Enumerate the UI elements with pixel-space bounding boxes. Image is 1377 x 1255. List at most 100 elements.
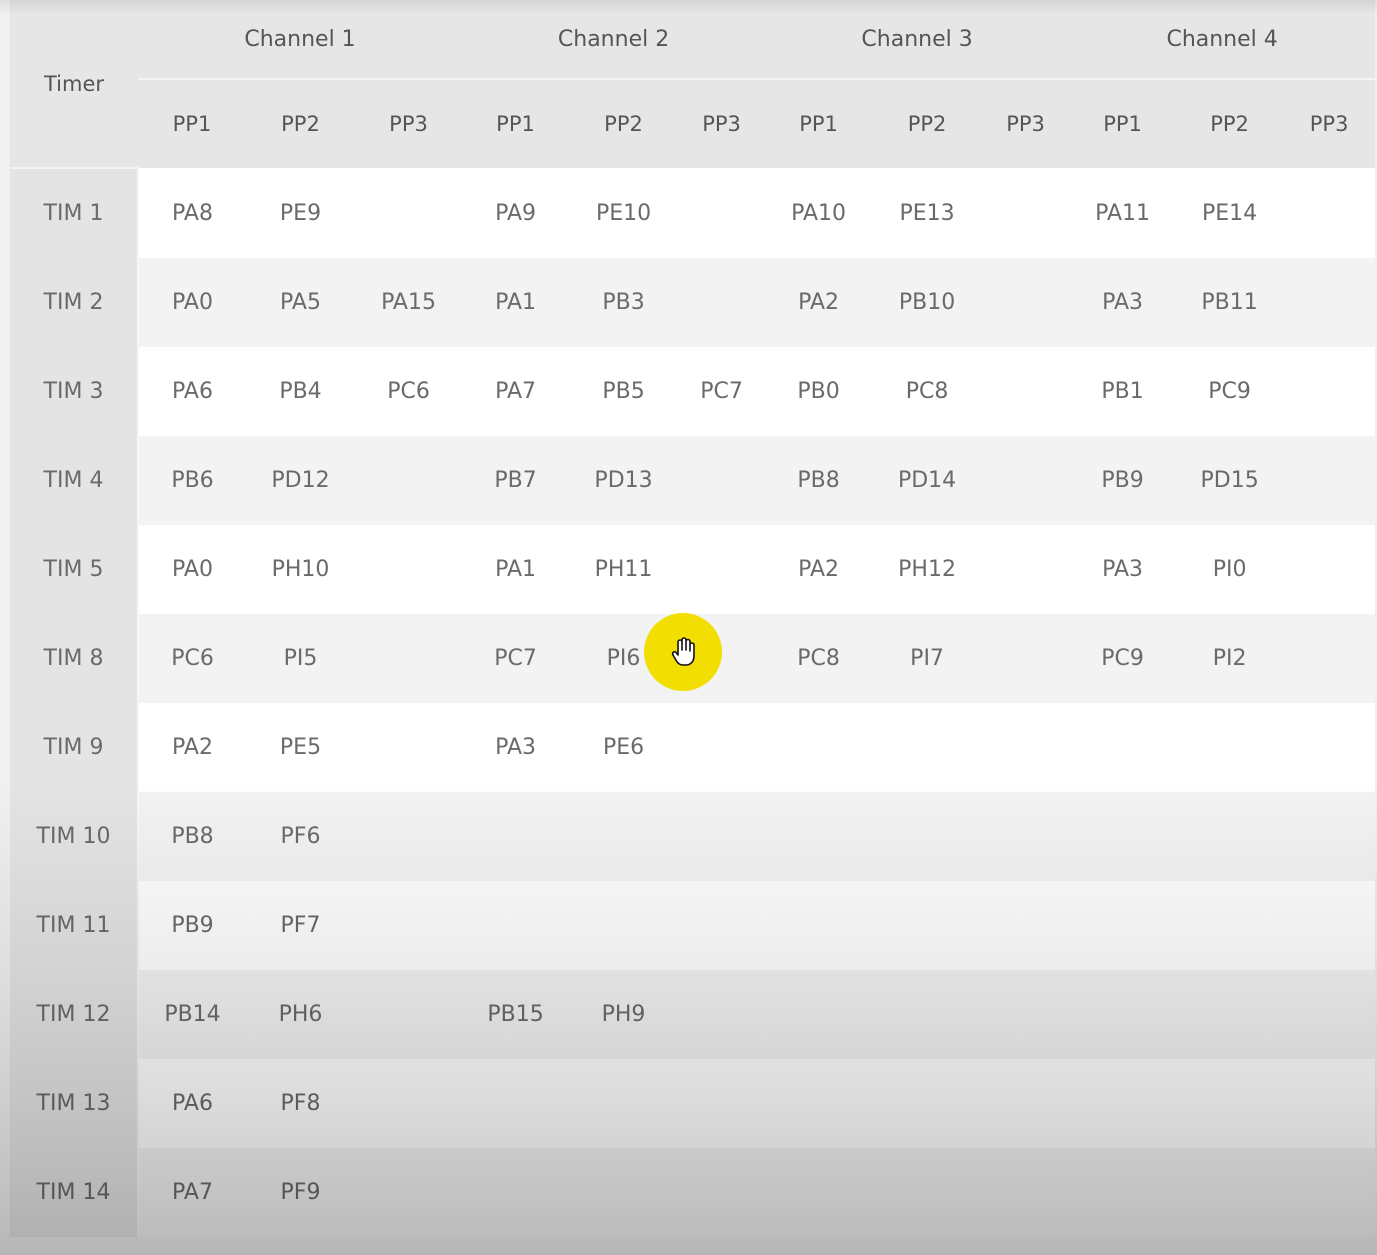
pin-cell: PA10 (765, 168, 873, 258)
pin-cell (1283, 1059, 1376, 1148)
pin-cell (355, 614, 463, 703)
pin-cell (1176, 792, 1284, 881)
pin-cell (765, 970, 873, 1059)
pin-cell: PA5 (246, 258, 355, 347)
pin-cell: PI2 (1176, 614, 1284, 703)
pin-cell (678, 881, 766, 970)
cursor-highlight (644, 613, 722, 691)
timer-label: TIM 4 (10, 436, 139, 525)
pin-cell (678, 436, 766, 525)
pin-cell: PB9 (1069, 436, 1177, 525)
table-header: Timer Channel 1 Channel 2 Channel 3 Chan… (10, 0, 1376, 169)
pin-cell (1283, 168, 1376, 258)
pin-cell: PB8 (765, 436, 873, 525)
pin-cell (982, 614, 1070, 703)
pin-cell: PB3 (569, 258, 679, 347)
ch2-pp2-header: PP2 (569, 79, 679, 168)
pin-cell (982, 1059, 1070, 1148)
pin-cell (765, 881, 873, 970)
pin-cell: PD12 (246, 436, 355, 525)
pin-cell: PB4 (246, 347, 355, 436)
pin-cell: PC9 (1069, 614, 1177, 703)
pin-cell (678, 792, 766, 881)
pin-cell (355, 1148, 463, 1237)
pin-cell: PF9 (246, 1148, 355, 1237)
pin-cell: PA3 (462, 703, 570, 792)
table-row: TIM 1 PA8 PE9 PA9 PE10 PA10 PE13 PA11 PE14 (10, 168, 1376, 258)
pin-cell: PF7 (246, 881, 355, 970)
timer-label: TIM 14 (10, 1148, 139, 1237)
pin-cell (1069, 703, 1177, 792)
pin-cell (569, 1059, 679, 1148)
pin-cell (678, 258, 766, 347)
pin-cell (1069, 970, 1177, 1059)
pin-cell: PB8 (138, 792, 246, 881)
pin-cell: PD13 (569, 436, 679, 525)
pin-cell: PA0 (138, 258, 246, 347)
pin-cell (982, 792, 1070, 881)
table-row: TIM 12 PB14 PH6 PB15 PH9 (10, 970, 1376, 1059)
table-row: TIM 4 PB6 PD12 PB7 PD13 PB8 PD14 PB9 PD15 (10, 436, 1376, 525)
table-row: TIM 5 PA0 PH10 PA1 PH11 PA2 PH12 PA3 PI0 (10, 525, 1376, 614)
timer-label: TIM 8 (10, 614, 139, 703)
channel-1-header: Channel 1 (138, 0, 463, 80)
pin-cell (872, 970, 983, 1059)
pin-cell: PB11 (1176, 258, 1284, 347)
pin-cell (1283, 525, 1376, 614)
pin-cell (355, 703, 463, 792)
pin-cell: PA9 (462, 168, 570, 258)
pin-cell (678, 168, 766, 258)
pin-cell (1283, 881, 1376, 970)
ch1-pp1-header: PP1 (138, 79, 246, 168)
pin-cell: PB15 (462, 970, 570, 1059)
pin-cell (1176, 881, 1284, 970)
pin-cell: PC9 (1176, 347, 1284, 436)
pin-cell: PC7 (678, 347, 766, 436)
pin-cell (678, 525, 766, 614)
timer-label: TIM 13 (10, 1059, 139, 1148)
channel-header-row: Timer Channel 1 Channel 2 Channel 3 Chan… (10, 0, 1376, 169)
pin-cell: PD14 (872, 436, 983, 525)
pin-cell: PA6 (138, 347, 246, 436)
pin-cell (872, 703, 983, 792)
pin-cell (1176, 1148, 1284, 1237)
pin-cell: PH10 (246, 525, 355, 614)
pin-cell: PE5 (246, 703, 355, 792)
pin-cell (982, 1148, 1070, 1237)
pin-cell: PA2 (138, 703, 246, 792)
pin-cell (982, 258, 1070, 347)
table-row: TIM 11 PB9 PF7 (10, 881, 1376, 970)
ch3-pp2-header: PP2 (872, 79, 983, 168)
pin-cell: PA0 (138, 525, 246, 614)
pin-cell (1283, 436, 1376, 525)
pin-cell (982, 168, 1070, 258)
pin-cell (678, 1059, 766, 1148)
ch4-pp1-header: PP1 (1069, 79, 1177, 168)
ch3-pp1-header: PP1 (765, 79, 873, 168)
pin-cell (1176, 703, 1284, 792)
table-row: TIM 2 PA0 PA5 PA15 PA1 PB3 PA2 PB10 PA3 PB11 (10, 258, 1376, 347)
pin-cell (872, 792, 983, 881)
pin-cell (1283, 614, 1376, 703)
table-row: TIM 10 PB8 PF6 (10, 792, 1376, 881)
timer-label: TIM 10 (10, 792, 139, 881)
pin-cell: PB6 (138, 436, 246, 525)
timer-column-header: Timer (10, 0, 138, 169)
pin-cell (1069, 792, 1177, 881)
pin-cell (1283, 347, 1376, 436)
timer-label: TIM 2 (10, 258, 139, 347)
pin-cell (355, 881, 463, 970)
pin-cell (569, 881, 679, 970)
pin-cell: PA1 (462, 525, 570, 614)
pin-cell (355, 1059, 463, 1148)
timer-label: TIM 5 (10, 525, 139, 614)
timer-label: TIM 12 (10, 970, 139, 1059)
pin-cell (765, 1148, 873, 1237)
pin-cell (678, 703, 766, 792)
pin-cell (872, 1148, 983, 1237)
table-row: TIM 9 PA2 PE5 PA3 PE6 (10, 703, 1376, 792)
pin-cell: PA11 (1069, 168, 1177, 258)
channel-4-header: Channel 4 (1069, 0, 1376, 80)
pin-cell: PI0 (1176, 525, 1284, 614)
pin-cell (569, 792, 679, 881)
